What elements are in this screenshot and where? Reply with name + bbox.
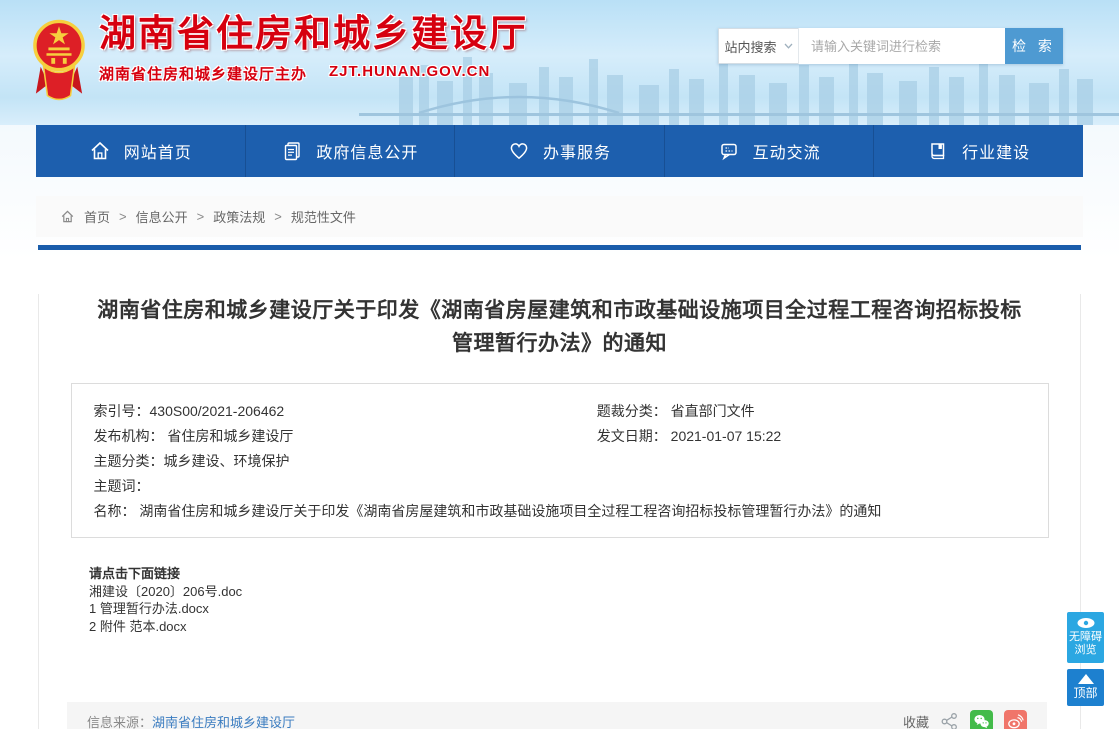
nav-item-industry[interactable]: 行业建设 (873, 125, 1083, 177)
weibo-icon[interactable] (1004, 710, 1027, 729)
heart-icon (508, 140, 530, 162)
attachment-link-template[interactable]: 2 附件 范本.docx (89, 618, 1080, 636)
share-group: 收藏 (903, 710, 1027, 729)
floating-buttons: 无障碍 浏览 顶部 (1067, 612, 1104, 706)
accessibility-label-line2: 浏览 (1068, 644, 1103, 657)
site-subtitle: 湖南省住房和城乡建设厅主办 (99, 63, 307, 84)
meta-issuing-agency: 发布机构： 省住房和城乡建设厅 (94, 424, 597, 449)
meta-value: 省住房和城乡建设厅 (164, 428, 294, 444)
search-bar: 站内搜索 检 索 (718, 28, 1063, 64)
source-row: 信息来源： 湖南省住房和城乡建设厅 收藏 (67, 702, 1047, 729)
site-title: 湖南省住房和城乡建设厅 (99, 12, 528, 56)
search-input[interactable] (798, 28, 1005, 64)
meta-genre: 题裁分类： 省直部门文件 (597, 399, 1026, 424)
back-to-top-label: 顶部 (1068, 686, 1103, 700)
meta-spacer (597, 449, 1026, 474)
article-panel: 湖南省住房和城乡建设厅关于印发《湖南省房屋建筑和市政基础设施项目全过程工程咨询招… (38, 294, 1081, 729)
search-scope-dropdown[interactable]: 站内搜索 (718, 28, 798, 64)
nav-item-label: 政府信息公开 (316, 139, 418, 163)
meta-label: 发布机构： (94, 428, 164, 444)
breadcrumb-info-disclosure[interactable]: 信息公开 (136, 207, 188, 226)
breadcrumb: 首页 > 信息公开 > 政策法规 > 规范性文件 (36, 196, 1083, 237)
site-url: ZJT.HUNAN.GOV.CN (329, 63, 490, 84)
home-icon (60, 209, 75, 224)
article-title: 湖南省住房和城乡建设厅关于印发《湖南省房屋建筑和市政基础设施项目全过程工程咨询招… (95, 294, 1025, 360)
book-icon (927, 140, 949, 162)
meta-label: 发文日期： (597, 428, 667, 444)
breadcrumb-policies[interactable]: 政策法规 (213, 207, 265, 226)
meta-label: 主题分类： (94, 453, 164, 469)
nav-item-label: 行业建设 (962, 139, 1030, 163)
nav-item-home[interactable]: 网站首页 (36, 125, 245, 177)
meta-label: 题裁分类： (597, 403, 667, 419)
meta-label: 名称： (94, 503, 136, 519)
national-emblem-logo (33, 10, 85, 108)
attachments-section: 请点击下面链接 湘建设〔2020〕206号.doc 1 管理暂行办法.docx … (89, 565, 1080, 635)
meta-value: 省直部门文件 (667, 403, 755, 419)
nav-item-gov-info[interactable]: 政府信息公开 (245, 125, 455, 177)
eye-icon (1076, 617, 1096, 629)
main-nav: 网站首页 政府信息公开 办事服务 互动交 (36, 125, 1083, 177)
meta-keywords: 主题词： (94, 474, 597, 499)
favorite-button[interactable]: 收藏 (903, 712, 929, 729)
attachments-heading: 请点击下面链接 (89, 565, 1080, 583)
nav-item-label: 办事服务 (543, 139, 611, 163)
accessibility-button[interactable]: 无障碍 浏览 (1067, 612, 1104, 663)
meta-value: 430S00/2021-206462 (150, 403, 285, 419)
brand: 湖南省住房和城乡建设厅 湖南省住房和城乡建设厅主办 ZJT.HUNAN.GOV.… (33, 10, 528, 108)
chevron-down-icon (784, 43, 793, 49)
wechat-icon[interactable] (970, 710, 993, 729)
source-link[interactable]: 湖南省住房和城乡建设厅 (152, 712, 295, 729)
accessibility-label-line1: 无障碍 (1068, 631, 1103, 644)
search-scope-label: 站内搜索 (724, 37, 776, 56)
site-subtitle-row: 湖南省住房和城乡建设厅主办 ZJT.HUNAN.GOV.CN (99, 63, 528, 84)
nav-item-interaction[interactable]: 互动交流 (664, 125, 874, 177)
attachment-link-measures[interactable]: 1 管理暂行办法.docx (89, 600, 1080, 618)
nav-item-label: 网站首页 (124, 139, 192, 163)
brand-text: 湖南省住房和城乡建设厅 湖南省住房和城乡建设厅主办 ZJT.HUNAN.GOV.… (99, 10, 528, 84)
arrow-up-icon (1078, 674, 1094, 684)
meta-index-number: 索引号：430S00/2021-206462 (94, 399, 597, 424)
breadcrumb-separator: > (197, 209, 205, 224)
meta-document-name: 名称： 湖南省住房和城乡建设厅关于印发《湖南省房屋建筑和市政基础设施项目全过程工… (94, 499, 1026, 524)
share-icon[interactable] (940, 712, 959, 729)
breadcrumb-home[interactable]: 首页 (84, 207, 110, 226)
meta-issue-date: 发文日期： 2021-01-07 15:22 (597, 424, 1026, 449)
nav-item-services[interactable]: 办事服务 (454, 125, 664, 177)
meta-value: 2021-01-07 15:22 (667, 428, 781, 444)
meta-label: 主题词： (94, 478, 150, 494)
home-icon (89, 140, 111, 162)
meta-topic-category: 主题分类：城乡建设、环境保护 (94, 449, 597, 474)
page: 湖南省住房和城乡建设厅 湖南省住房和城乡建设厅主办 ZJT.HUNAN.GOV.… (0, 0, 1119, 729)
meta-value: 湖南省住房和城乡建设厅关于印发《湖南省房屋建筑和市政基础设施项目全过程工程咨询招… (136, 503, 882, 519)
meta-label: 索引号： (94, 403, 150, 419)
back-to-top-button[interactable]: 顶部 (1067, 669, 1104, 706)
nav-item-label: 互动交流 (753, 139, 821, 163)
site-header: 湖南省住房和城乡建设厅 湖南省住房和城乡建设厅主办 ZJT.HUNAN.GOV.… (0, 0, 1119, 125)
document-icon (281, 140, 303, 162)
chat-icon (718, 140, 740, 162)
meta-value: 城乡建设、环境保护 (164, 453, 290, 469)
document-meta-box: 索引号：430S00/2021-206462 题裁分类： 省直部门文件 发布机构… (71, 383, 1049, 538)
search-button[interactable]: 检 索 (1005, 28, 1063, 64)
breadcrumb-separator: > (119, 209, 127, 224)
meta-spacer (597, 474, 1026, 499)
breadcrumb-normative-docs[interactable]: 规范性文件 (291, 207, 356, 226)
attachment-link-doc[interactable]: 湘建设〔2020〕206号.doc (89, 583, 1080, 601)
breadcrumb-separator: > (274, 209, 282, 224)
accent-bar (38, 245, 1081, 250)
source-label: 信息来源： (87, 712, 152, 729)
